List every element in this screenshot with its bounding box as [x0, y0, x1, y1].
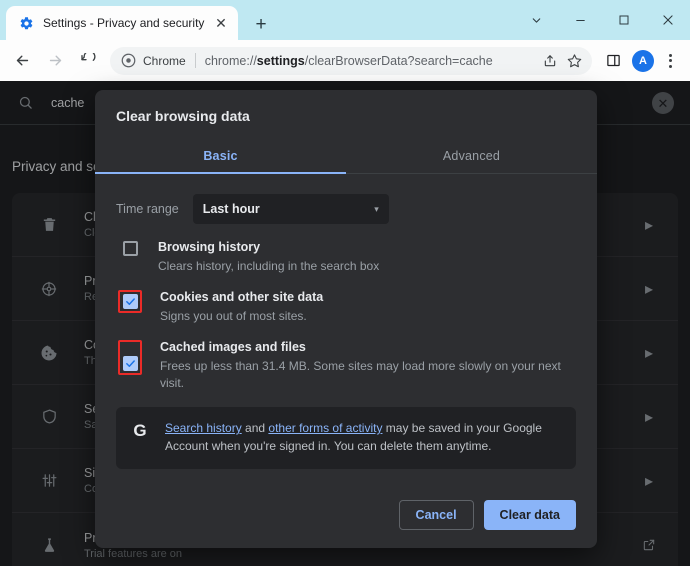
other-forms-of-activity-link[interactable]: other forms of activity: [268, 421, 382, 435]
star-icon[interactable]: [562, 49, 586, 73]
option-cookies[interactable]: Cookies and other site data Signs you ou…: [116, 290, 576, 325]
time-range-group: Time range Last hour ▾: [116, 194, 576, 224]
clear-options-list: Browsing history Clears history, includi…: [116, 240, 576, 392]
tab-search-icon[interactable]: [514, 0, 558, 40]
chrome-logo-icon: [120, 52, 137, 69]
browsing-history-checkbox[interactable]: [123, 241, 138, 256]
maximize-icon[interactable]: [602, 0, 646, 40]
cancel-button[interactable]: Cancel: [399, 500, 474, 530]
tab-basic[interactable]: Basic: [95, 138, 346, 173]
option-title: Browsing history: [158, 240, 576, 254]
window-controls: [514, 0, 690, 40]
minimize-icon[interactable]: [558, 0, 602, 40]
option-subtitle: Signs you out of most sites.: [160, 308, 576, 325]
option-texts: Cached images and files Frees up less th…: [160, 340, 576, 392]
side-panel-icon[interactable]: [599, 47, 627, 75]
omnibox-url: chrome://settings/clearBrowserData?searc…: [205, 54, 538, 68]
reload-icon[interactable]: [73, 46, 103, 76]
back-icon[interactable]: [7, 46, 37, 76]
checkbox-wrapper-highlight: [118, 340, 142, 375]
option-texts: Cookies and other site data Signs you ou…: [160, 290, 576, 325]
notice-middle: and: [242, 421, 269, 435]
dialog-tabs: Basic Advanced: [95, 138, 597, 174]
search-history-link[interactable]: Search history: [165, 421, 242, 435]
tab-close-icon[interactable]: ✕: [212, 14, 230, 32]
time-range-value: Last hour: [203, 202, 374, 216]
new-tab-button[interactable]: +: [248, 11, 274, 37]
chevron-down-icon: ▾: [374, 204, 379, 215]
dialog-title: Clear browsing data: [95, 90, 597, 138]
option-subtitle: Clears history, including in the search …: [158, 258, 576, 275]
settings-gear-icon: [18, 15, 34, 31]
option-subtitle: Frees up less than 31.4 MB. Some sites m…: [160, 358, 576, 392]
cookies-checkbox[interactable]: [123, 294, 138, 309]
option-browsing-history[interactable]: Browsing history Clears history, includi…: [116, 240, 576, 275]
google-notice-text: Search history and other forms of activi…: [165, 420, 560, 456]
clear-browsing-data-dialog: Clear browsing data Basic Advanced Time …: [95, 90, 597, 548]
omnibox[interactable]: Chrome chrome://settings/clearBrowserDat…: [110, 47, 592, 75]
three-dots-icon[interactable]: [659, 54, 681, 68]
window-titlebar: Settings - Privacy and security ✕ +: [0, 0, 690, 40]
option-cached-images[interactable]: Cached images and files Frees up less th…: [116, 340, 576, 392]
time-range-label: Time range: [116, 202, 179, 216]
clear-data-button[interactable]: Clear data: [484, 500, 576, 530]
omnibox-chip-label: Chrome: [143, 54, 186, 68]
cached-images-checkbox[interactable]: [123, 356, 138, 371]
option-title: Cached images and files: [160, 340, 576, 354]
dialog-actions: Cancel Clear data: [95, 500, 597, 548]
browser-tab-active[interactable]: Settings - Privacy and security ✕: [6, 6, 238, 40]
share-icon[interactable]: [538, 49, 562, 73]
option-texts: Browsing history Clears history, includi…: [158, 240, 576, 275]
avatar[interactable]: A: [632, 50, 654, 72]
tab-title: Settings - Privacy and security: [43, 16, 212, 30]
dialog-body: Time range Last hour ▾ Browsing history …: [95, 174, 597, 500]
omnibox-divider: [195, 53, 196, 68]
tab-advanced[interactable]: Advanced: [346, 138, 597, 173]
time-range-select[interactable]: Last hour ▾: [193, 194, 389, 224]
tab-active-underline: [95, 172, 346, 174]
checkbox-wrapper-highlight: [118, 290, 142, 313]
close-window-icon[interactable]: [646, 0, 690, 40]
google-g-icon: G: [129, 420, 151, 441]
google-account-notice: G Search history and other forms of acti…: [116, 407, 576, 469]
browser-toolbar: Chrome chrome://settings/clearBrowserDat…: [0, 40, 690, 81]
forward-icon[interactable]: [40, 46, 70, 76]
option-title: Cookies and other site data: [160, 290, 576, 304]
checkbox-wrapper: [116, 240, 144, 256]
